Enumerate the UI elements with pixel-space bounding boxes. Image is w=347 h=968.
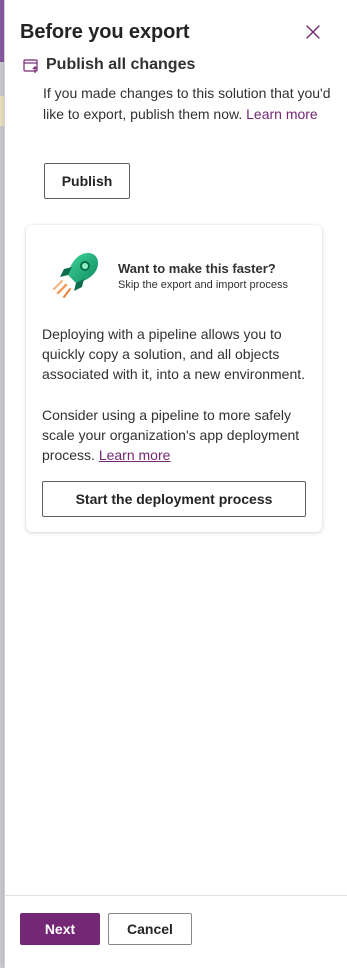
export-side-panel: Before you export Publish all changes If…: [4, 0, 347, 968]
pipeline-card: Want to make this faster? Skip the expor…: [26, 225, 322, 532]
pipeline-learn-more-link[interactable]: Learn more: [99, 447, 171, 463]
cancel-button[interactable]: Cancel: [108, 913, 192, 945]
close-icon[interactable]: [305, 24, 321, 40]
publish-description: If you made changes to this solution tha…: [43, 83, 333, 125]
pipeline-card-paragraph-1: Deploying with a pipeline allows you to …: [42, 326, 306, 382]
pipeline-card-paragraph-2: Consider using a pipeline to more safely…: [42, 405, 314, 465]
publish-icon: [23, 59, 38, 73]
publish-section-title: Publish all changes: [46, 56, 196, 73]
publish-button[interactable]: Publish: [44, 163, 130, 199]
rocket-icon: [53, 253, 98, 298]
publish-learn-more-link[interactable]: Learn more: [246, 106, 318, 122]
pipeline-card-paragraph-2-text: Consider using a pipeline to more safely…: [42, 407, 300, 463]
footer-divider: [5, 895, 347, 896]
start-deployment-button[interactable]: Start the deployment process: [42, 481, 306, 517]
panel-title: Before you export: [20, 21, 190, 43]
next-button[interactable]: Next: [20, 913, 100, 945]
pipeline-card-subtitle: Skip the export and import process: [118, 279, 288, 291]
publish-section-header: Publish all changes: [23, 53, 195, 77]
panel-header: Before you export: [20, 18, 327, 48]
pipeline-card-title: Want to make this faster?: [118, 261, 276, 276]
pipeline-card-header: Want to make this faster? Skip the expor…: [118, 260, 318, 294]
